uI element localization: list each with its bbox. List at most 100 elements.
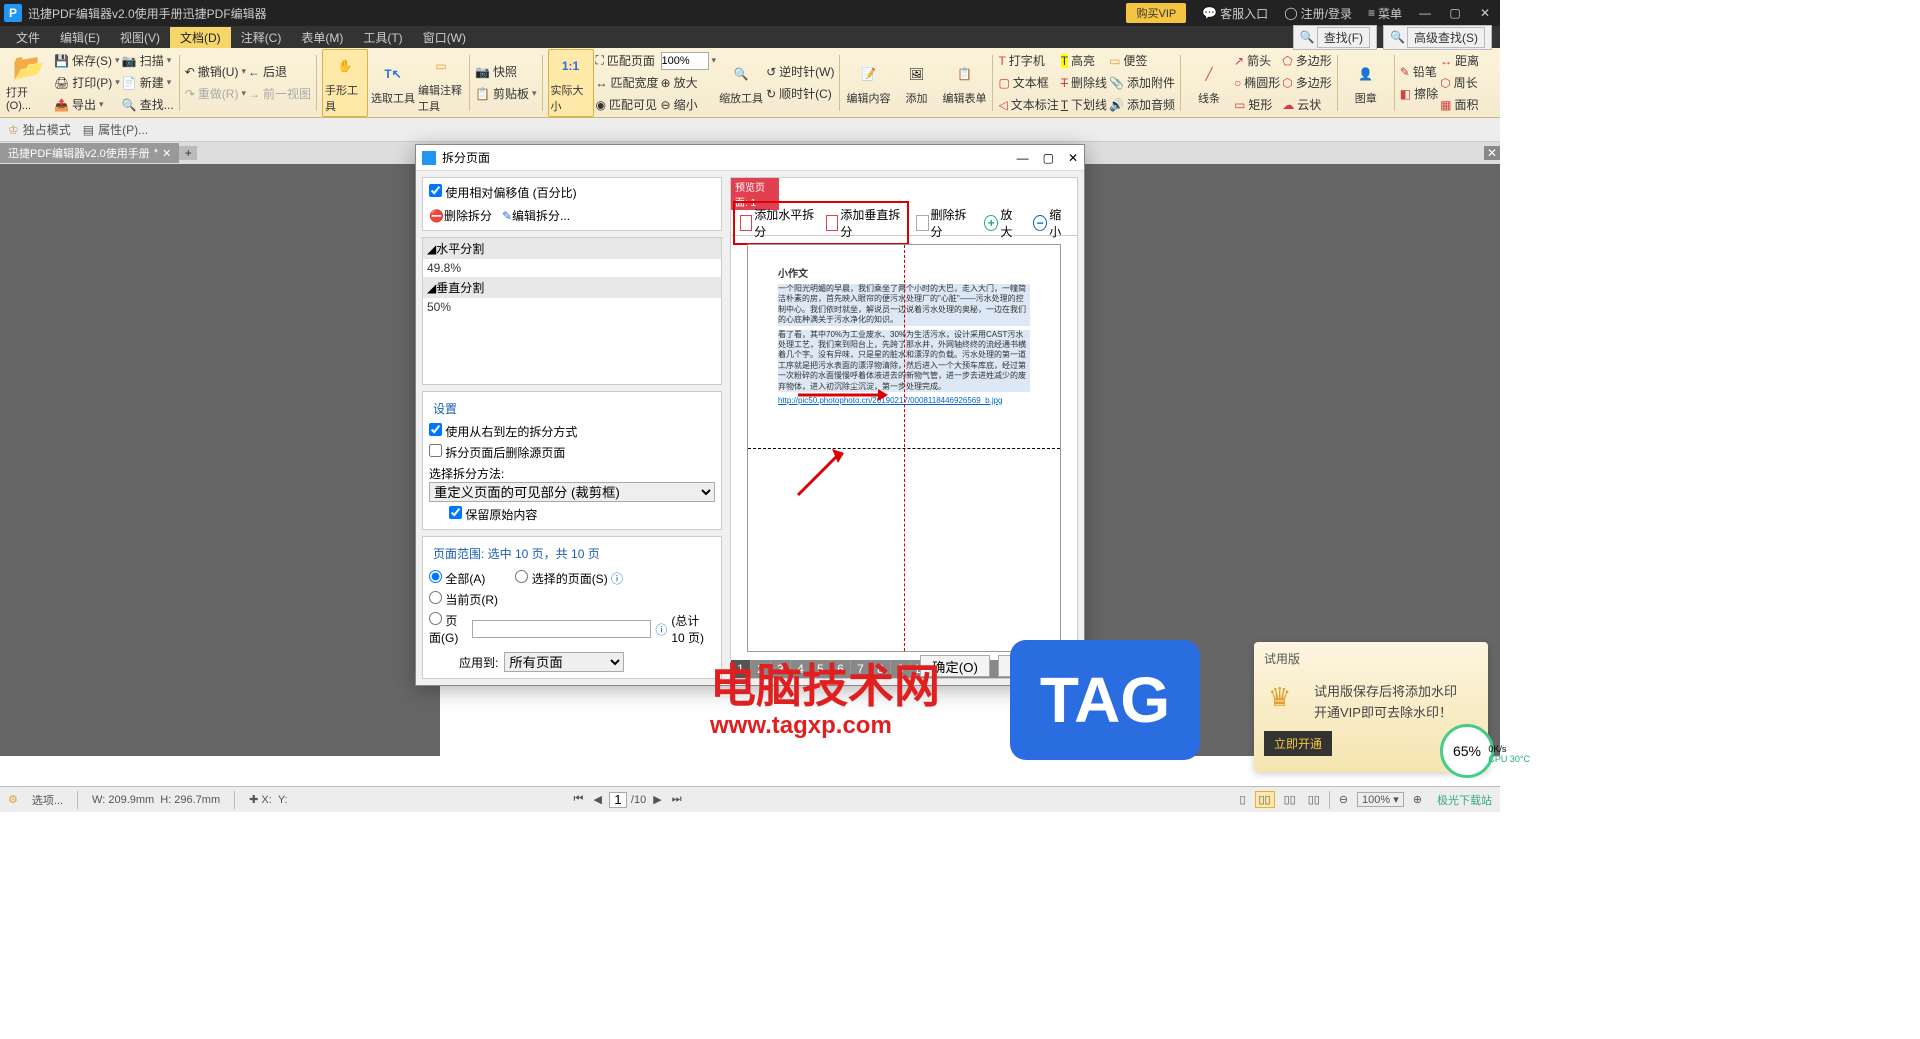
menu-view[interactable]: 视图(V): [110, 27, 170, 48]
radio-selected[interactable]: 选择的页面(S) ⓘ: [515, 570, 623, 587]
dialog-close[interactable]: ✕: [1068, 151, 1078, 165]
layout-facing-button[interactable]: ▯▯: [1281, 793, 1299, 806]
perimeter-tool[interactable]: ⬡周长: [1440, 73, 1479, 93]
page-range-input[interactable]: [472, 620, 651, 638]
exclusive-mode-button[interactable]: ♔独占模式: [8, 121, 71, 138]
close-button[interactable]: ✕: [1470, 6, 1500, 20]
current-page-input[interactable]: [609, 792, 627, 808]
audio-button[interactable]: 🔊添加音频: [1109, 95, 1175, 115]
ellipse-tool[interactable]: ○椭圆形: [1234, 73, 1280, 93]
stamp-tool[interactable]: 👤图章: [1343, 60, 1389, 106]
page-num-2[interactable]: 2: [751, 660, 771, 678]
save-button[interactable]: 💾保存(S)▾: [54, 51, 120, 71]
rect-tool[interactable]: ▭矩形: [1234, 95, 1280, 115]
keep-original-checkbox[interactable]: 保留原始内容: [449, 506, 715, 523]
zoom-status-combo[interactable]: 100% ▾: [1357, 792, 1404, 807]
document-tab[interactable]: 迅捷PDF编辑器v2.0使用手册*✕: [0, 143, 179, 163]
radio-all[interactable]: 全部(A): [429, 570, 485, 587]
main-menu[interactable]: ≡菜单: [1368, 5, 1402, 22]
scan-button[interactable]: 📷扫描▾: [122, 51, 174, 71]
line-tool[interactable]: ╱线条: [1186, 60, 1232, 106]
strikethrough-button[interactable]: T删除线: [1061, 73, 1107, 93]
edit-split-button[interactable]: ✎编辑拆分...: [502, 207, 570, 224]
page-num-4[interactable]: 4: [791, 660, 811, 678]
radio-current[interactable]: 当前页(R): [429, 591, 715, 608]
horizontal-split-value[interactable]: 49.8%: [423, 259, 721, 277]
snapshot-button[interactable]: 📷快照: [475, 62, 537, 82]
first-page-button[interactable]: ⏮: [571, 793, 587, 806]
vertical-split-value[interactable]: 50%: [423, 298, 721, 316]
properties-button[interactable]: ▤属性(P)...: [83, 121, 148, 138]
maximize-button[interactable]: ▢: [1440, 6, 1470, 20]
add-vertical-split-button[interactable]: 添加垂直拆分: [821, 203, 907, 243]
options-button[interactable]: 选项...: [32, 792, 63, 808]
zoom-minus-button[interactable]: ⊖: [1336, 793, 1351, 806]
rotate-cw-button[interactable]: ↻顺时针(C): [766, 84, 834, 104]
back-button[interactable]: ←后退: [248, 62, 311, 82]
fit-page-button[interactable]: ⛶匹配页面: [596, 51, 659, 71]
cpu-gauge[interactable]: 65%: [1440, 724, 1494, 778]
new-button[interactable]: 📄新建▾: [122, 73, 174, 93]
dialog-minimize[interactable]: —: [1017, 151, 1029, 165]
delete-split-toolbar-button[interactable]: 删除拆分: [911, 203, 977, 243]
tab-close-all[interactable]: ✕: [1484, 146, 1500, 160]
typewriter-button[interactable]: T打字机: [998, 51, 1058, 71]
menu-tools[interactable]: 工具(T): [353, 27, 412, 48]
prev-page-button[interactable]: ◀: [590, 793, 604, 806]
page-num-7[interactable]: 7: [851, 660, 871, 678]
menu-form[interactable]: 表单(M): [291, 27, 353, 48]
preview-page[interactable]: 小作文 一个阳光明媚的早晨，我们乘坐了两个小时的大巴，走入大门，一幢简洁朴素的房…: [747, 244, 1061, 652]
open-button[interactable]: 📂 打开(O)...: [6, 54, 52, 112]
zoom-plus-button[interactable]: ⊕: [1410, 793, 1425, 806]
customer-service[interactable]: 💬客服入口: [1202, 5, 1268, 22]
vertical-split-header[interactable]: ◢ 垂直分割: [423, 277, 721, 298]
radio-pages[interactable]: 页面(G): [429, 612, 468, 646]
last-page-button[interactable]: ⏭: [669, 793, 685, 806]
delete-source-checkbox[interactable]: 拆分页面后删除源页面: [429, 444, 715, 461]
relative-offset-checkbox[interactable]: 使用相对偏移值 (百分比): [429, 186, 577, 200]
zoom-in-button[interactable]: ⊕放大: [661, 73, 717, 93]
login-link[interactable]: ◯注册/登录: [1284, 5, 1352, 22]
zoom-in-preview-button[interactable]: +放大: [979, 203, 1026, 243]
gear-icon[interactable]: ⚙: [8, 793, 18, 806]
edit-content-button[interactable]: 📝编辑内容: [845, 60, 891, 106]
page-num-5[interactable]: 5: [811, 660, 831, 678]
underline-button[interactable]: T下划线: [1061, 95, 1107, 115]
zoom-out-button[interactable]: ⊖缩小: [661, 95, 717, 115]
fit-width-button[interactable]: ↔匹配宽度: [596, 73, 659, 93]
tab-close-icon[interactable]: ✕: [162, 147, 171, 160]
menu-edit[interactable]: 编辑(E): [50, 27, 110, 48]
page-num-3[interactable]: 3: [771, 660, 791, 678]
area-tool[interactable]: ▦面积: [1440, 95, 1479, 115]
clipboard-button[interactable]: 📋剪贴板▾: [475, 84, 537, 104]
arrow-tool[interactable]: ↗箭头: [1234, 51, 1280, 71]
page-num-1[interactable]: 1: [731, 660, 751, 678]
fit-visible-button[interactable]: ◉匹配可见: [596, 95, 659, 115]
attach-button[interactable]: 📎添加附件: [1109, 73, 1175, 93]
page-num-8[interactable]: 8: [871, 660, 891, 678]
advanced-find-button[interactable]: 🔍高级查找(S): [1383, 25, 1492, 50]
hand-tool[interactable]: ✋手形工具: [322, 49, 368, 117]
delete-split-button[interactable]: ⛔删除拆分: [429, 207, 492, 224]
menu-document[interactable]: 文档(D): [170, 27, 231, 48]
redo-button[interactable]: ↷重做(R)▾: [185, 84, 246, 104]
cloud-tool[interactable]: ☁云状: [1282, 95, 1332, 115]
layout-book-button[interactable]: ▯▯: [1305, 793, 1323, 806]
new-tab-button[interactable]: +: [179, 146, 197, 160]
dialog-maximize[interactable]: ▢: [1043, 151, 1054, 165]
sticky-note-button[interactable]: ▭便签: [1109, 51, 1175, 71]
polygon-tool[interactable]: ⬠多边形: [1282, 51, 1332, 71]
export-button[interactable]: 📤导出▾: [54, 95, 120, 115]
find-button[interactable]: 🔍查找(F): [1293, 25, 1377, 50]
actual-size-button[interactable]: 1:1实际大小: [548, 49, 594, 117]
edit-annotation-tool[interactable]: ▭编辑注释工具: [418, 52, 464, 114]
add-button[interactable]: 🖼添加: [893, 60, 939, 106]
buy-vip-button[interactable]: 购买VIP: [1126, 3, 1186, 23]
minimize-button[interactable]: —: [1410, 6, 1440, 20]
undo-button[interactable]: ↶撤销(U)▾: [185, 62, 246, 82]
menu-file[interactable]: 文件: [6, 27, 50, 48]
eraser-tool[interactable]: ◧擦除: [1400, 84, 1438, 104]
add-horizontal-split-button[interactable]: 添加水平拆分: [735, 203, 821, 243]
layout-continuous-button[interactable]: ▯▯: [1255, 791, 1275, 808]
select-tool[interactable]: T↖选取工具: [370, 60, 416, 106]
